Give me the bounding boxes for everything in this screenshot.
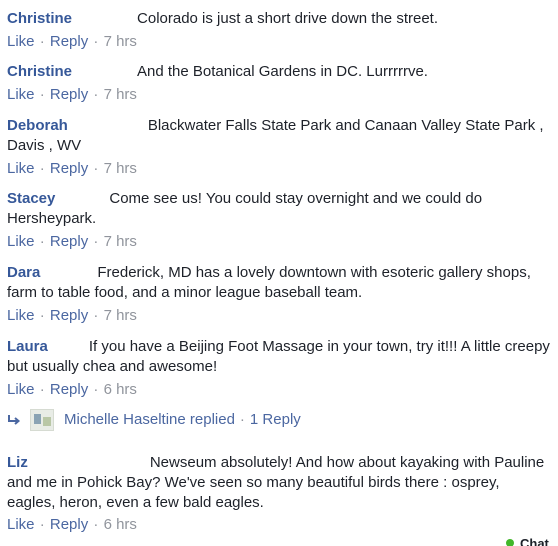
comment-text: Frederick, MD has a lovely downtown with…: [7, 264, 531, 301]
comment: Stacey Come see us! You could stay overni…: [7, 189, 550, 229]
separator: ·: [39, 160, 45, 177]
separator: ·: [93, 86, 99, 103]
comment-text: Colorado is just a short drive down the …: [137, 10, 438, 27]
comment: Dara Frederick, MD has a lovely downtown …: [7, 263, 550, 303]
separator: ·: [93, 233, 99, 250]
like-link[interactable]: Like: [7, 86, 35, 103]
timestamp[interactable]: 7 hrs: [104, 307, 137, 324]
comment-actions: Like · Reply · 7 hrs: [7, 159, 137, 179]
comment-author[interactable]: Laura: [7, 338, 48, 355]
comment-actions: Like · Reply · 7 hrs: [7, 306, 137, 326]
comment-author[interactable]: Dara: [7, 264, 40, 281]
comment: Christine Colorado is just a short drive …: [7, 9, 550, 29]
separator: ·: [39, 233, 45, 250]
separator: ·: [39, 516, 45, 533]
like-link[interactable]: Like: [7, 233, 35, 250]
timestamp[interactable]: 6 hrs: [104, 381, 137, 398]
timestamp[interactable]: 7 hrs: [104, 86, 137, 103]
separator: ·: [93, 381, 99, 398]
separator: ·: [239, 411, 245, 428]
comment: Deborah Blackwater Falls State Park and C…: [7, 116, 550, 156]
separator: ·: [39, 86, 45, 103]
comment-actions: Like · Reply · 7 hrs: [7, 232, 137, 252]
separator: ·: [39, 33, 45, 50]
timestamp[interactable]: 7 hrs: [104, 33, 137, 50]
separator: ·: [39, 381, 45, 398]
reply-link[interactable]: Reply: [50, 233, 88, 250]
comment-author[interactable]: Christine: [7, 10, 72, 27]
separator: ·: [93, 160, 99, 177]
separator: ·: [93, 307, 99, 324]
comment: Liz Newseum absolutely! And how about kay…: [7, 453, 550, 513]
comment-author[interactable]: Deborah: [7, 117, 68, 134]
reply-link[interactable]: Reply: [50, 86, 88, 103]
replies-summary[interactable]: Michelle Haseltine replied · 1 Reply: [7, 409, 301, 431]
like-link[interactable]: Like: [7, 516, 35, 533]
reply-link[interactable]: Reply: [50, 516, 88, 533]
separator: ·: [93, 516, 99, 533]
comment-author[interactable]: Liz: [7, 454, 28, 471]
replies-summary-text[interactable]: Michelle Haseltine replied: [64, 409, 235, 431]
comment-author[interactable]: Christine: [7, 63, 72, 80]
like-link[interactable]: Like: [7, 307, 35, 324]
separator: ·: [93, 33, 99, 50]
comment-actions: Like · Reply · 7 hrs: [7, 85, 137, 105]
chat-label[interactable]: Chat: [520, 536, 549, 546]
comment-actions: Like · Reply · 6 hrs: [7, 380, 137, 400]
comment-text: If you have a Beijing Foot Massage in yo…: [7, 338, 550, 375]
comment-actions: Like · Reply · 7 hrs: [7, 32, 137, 52]
comment-text: And the Botanical Gardens in DC. Lurrrrr…: [137, 63, 428, 80]
separator: ·: [39, 307, 45, 324]
comment-text: Blackwater Falls State Park and Canaan V…: [7, 117, 544, 154]
avatar[interactable]: [30, 409, 54, 431]
comment-author[interactable]: Stacey: [7, 190, 55, 207]
comment-text: Come see us! You could stay overnight an…: [7, 190, 483, 227]
like-link[interactable]: Like: [7, 160, 35, 177]
reply-arrow-icon: [8, 415, 21, 425]
replies-count-link[interactable]: 1 Reply: [250, 409, 301, 431]
comment: Christine And the Botanical Gardens in DC…: [7, 62, 550, 82]
comment-text: Newseum absolutely! And how about kayaki…: [7, 454, 545, 511]
chat-tab[interactable]: Chat: [504, 536, 558, 546]
comment: Laura If you have a Beijing Foot Massage …: [7, 337, 550, 377]
online-status-icon: [506, 539, 514, 546]
reply-link[interactable]: Reply: [50, 33, 88, 50]
timestamp[interactable]: 6 hrs: [104, 516, 137, 533]
timestamp[interactable]: 7 hrs: [104, 233, 137, 250]
reply-link[interactable]: Reply: [50, 160, 88, 177]
timestamp[interactable]: 7 hrs: [104, 160, 137, 177]
like-link[interactable]: Like: [7, 33, 35, 50]
reply-link[interactable]: Reply: [50, 307, 88, 324]
comment-actions: Like · Reply · 6 hrs: [7, 515, 137, 535]
reply-link[interactable]: Reply: [50, 381, 88, 398]
like-link[interactable]: Like: [7, 381, 35, 398]
